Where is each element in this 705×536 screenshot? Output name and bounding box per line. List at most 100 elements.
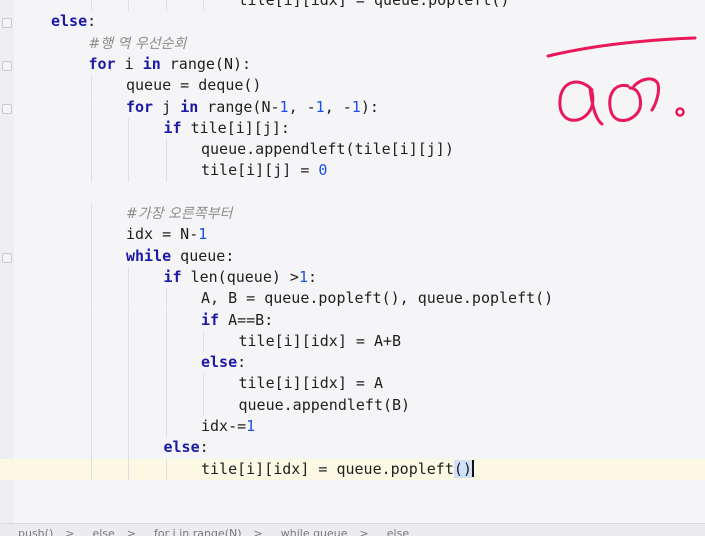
- indent-guide: [128, 266, 129, 289]
- keyword-token: for: [88, 54, 116, 73]
- indent-guide: [90, 224, 92, 246]
- code-text: tile[i][j] = 0: [201, 160, 327, 181]
- number-token: 1: [315, 97, 325, 116]
- fold-toggle-icon[interactable]: [2, 60, 12, 71]
- breadcrumb-separator: >: [126, 527, 137, 536]
- code-line[interactable]: tile[i][idx] = A: [0, 373, 705, 394]
- code-text: else:: [164, 437, 209, 458]
- indent-guide: [90, 139, 92, 161]
- breadcrumb-item[interactable]: push(): [18, 524, 53, 536]
- breadcrumb-separator: >: [253, 527, 263, 536]
- handwritten-annotation: [546, 36, 697, 126]
- indent-guide: [90, 203, 92, 225]
- indent-guide: [128, 0, 129, 12]
- code-token: queue:: [171, 246, 235, 265]
- keyword-token: else: [163, 438, 200, 457]
- number-token: 1: [246, 417, 256, 435]
- code-token: queue = deque(): [126, 76, 262, 95]
- code-token: , -: [288, 97, 316, 116]
- indent-guide: [90, 437, 92, 459]
- code-text: else:: [51, 11, 96, 32]
- breadcrumb-item[interactable]: while queue: [281, 524, 348, 536]
- code-token: range(N):: [160, 54, 252, 73]
- number-token: 0: [318, 161, 328, 180]
- code-token: i: [115, 54, 143, 73]
- breadcrumb-item[interactable]: for i in range(N): [154, 524, 242, 536]
- indent-guide: [90, 75, 92, 97]
- code-line[interactable]: tile[i][idx] = A+B: [0, 331, 705, 352]
- code-text: A, B = queue.popleft(), queue.popleft(): [201, 288, 553, 309]
- code-line[interactable]: #가장 오른쪽부터: [0, 203, 705, 224]
- indent-guide: [165, 309, 167, 331]
- code-line[interactable]: else:: [0, 437, 705, 458]
- fold-toggle-icon[interactable]: [2, 103, 12, 114]
- code-text: idx = N-1: [126, 224, 207, 245]
- code-line[interactable]: queue.appendleft(tile[i][j]): [0, 139, 705, 160]
- fold-toggle-icon[interactable]: [2, 252, 12, 263]
- code-token: :: [199, 438, 209, 457]
- indent-guide: [165, 139, 167, 161]
- code-text: while queue:: [126, 246, 234, 267]
- indent-guide: [165, 0, 167, 12]
- keyword-token: for: [126, 97, 154, 116]
- breadcrumb: push() > else > for i in range(N) > while queu…: [0, 523, 705, 536]
- code-token: ):: [360, 97, 379, 116]
- code-text: else:: [201, 352, 246, 373]
- indent-guide: [128, 373, 129, 395]
- code-line[interactable]: else:: [0, 352, 705, 373]
- code-line[interactable]: [0, 182, 705, 203]
- code-editor[interactable]: tile[i][idx] = queue.popleft() else: #행 역 …: [0, 0, 705, 536]
- code-line[interactable]: while queue:: [0, 246, 705, 267]
- indent-guide: [90, 373, 92, 395]
- bracket-match-highlight: (): [453, 459, 472, 478]
- code-line[interactable]: if len(queue) >1:: [0, 267, 705, 288]
- code-text: for j in range(N-1, -1, -1):: [126, 97, 379, 118]
- keyword-token: else: [51, 12, 88, 31]
- indent-guide: [90, 394, 92, 416]
- code-text: tile[i][idx] = queue.popleft(): [239, 0, 510, 11]
- code-text: queue.appendleft(tile[i][j]): [201, 139, 454, 160]
- indent-guide: [128, 117, 129, 140]
- comment-token: #행 역 우선순회: [88, 35, 187, 52]
- indent-guide: [165, 394, 167, 416]
- indent-guide: [203, 0, 204, 12]
- breadcrumb-separator: >: [359, 527, 369, 536]
- indent-guide: [128, 160, 129, 182]
- code-line-current[interactable]: tile[i][idx] = queue.popleft(): [0, 458, 705, 480]
- code-token: tile[i][idx] = queue.popleft: [201, 459, 454, 478]
- indent-guide: [128, 330, 129, 353]
- code-token: tile[i][idx] = queue.popleft(): [238, 0, 510, 9]
- code-token: , -: [324, 97, 352, 116]
- code-text: tile[i][idx] = A: [239, 373, 384, 394]
- indent-guide: [90, 245, 92, 267]
- code-token: tile[i][j] =: [201, 161, 319, 180]
- indent-guide: [128, 416, 129, 438]
- indent-guide: [165, 416, 167, 438]
- keyword-token: in: [180, 97, 199, 116]
- indent-guide: [90, 416, 92, 438]
- indent-guide: [203, 330, 204, 353]
- breadcrumb-item[interactable]: else: [387, 524, 409, 536]
- code-text: for i in range(N):: [89, 54, 252, 75]
- code-line[interactable]: idx-=1: [0, 416, 705, 437]
- code-token: :: [87, 12, 97, 31]
- code-token: range(N-: [198, 97, 280, 116]
- code-line[interactable]: idx = N-1: [0, 224, 705, 245]
- code-text: if tile[i][j]:: [164, 118, 290, 139]
- code-token: :: [237, 353, 247, 372]
- number-token: 1: [198, 225, 208, 244]
- keyword-token: if: [163, 118, 182, 137]
- code-line[interactable]: tile[i][idx] = queue.popleft(): [0, 0, 705, 11]
- indent-guide: [128, 139, 129, 161]
- code-line[interactable]: A, B = queue.popleft(), queue.popleft(): [0, 288, 705, 309]
- indent-guide: [203, 394, 204, 416]
- fold-toggle-icon[interactable]: [2, 18, 12, 29]
- code-line[interactable]: if A==B:: [0, 310, 705, 331]
- code-line[interactable]: queue.appendleft(B): [0, 395, 705, 416]
- indent-guide: [90, 266, 92, 289]
- breadcrumb-item[interactable]: else: [92, 524, 114, 536]
- code-text: idx-=1: [201, 416, 255, 437]
- code-token: A==B:: [219, 310, 274, 329]
- indent-guide: [165, 373, 167, 395]
- code-line[interactable]: tile[i][j] = 0: [0, 160, 705, 181]
